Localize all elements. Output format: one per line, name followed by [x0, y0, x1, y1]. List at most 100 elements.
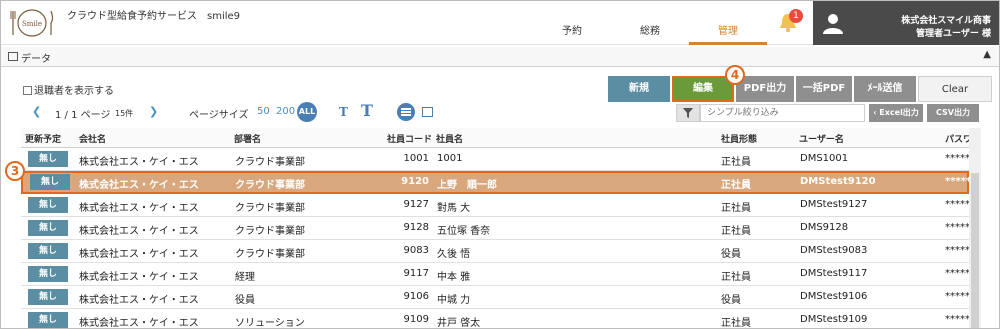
- next-page-icon[interactable]: ❯: [149, 105, 158, 118]
- department-cell: クラウド事業部: [235, 157, 305, 168]
- company-cell: 株式会社エス・ケイ・エス: [79, 157, 199, 168]
- type-cell: 正社員: [721, 272, 751, 283]
- password-cell: *****: [945, 199, 970, 210]
- svg-text:Smile: Smile: [22, 20, 42, 28]
- table-row[interactable]: 無し 株式会社エス・ケイ・エス ソリューション 9109 井戸 啓太 正社員 D…: [21, 309, 970, 329]
- tab-reservation[interactable]: 予約: [533, 23, 611, 45]
- status-badge[interactable]: 無し: [28, 266, 68, 282]
- type-cell: 役員: [721, 249, 741, 260]
- username-cell: DMStest9109: [800, 314, 868, 325]
- column-header-department[interactable]: 部署名: [234, 132, 261, 145]
- section-title: データ: [21, 54, 51, 65]
- column-header-name[interactable]: 社員名: [436, 132, 463, 145]
- smile-logo: Smile: [10, 9, 54, 37]
- clear-button[interactable]: Clear: [918, 76, 992, 102]
- font-large-icon[interactable]: T: [361, 101, 373, 120]
- company-cell: 株式会社エス・ケイ・エス: [79, 180, 199, 191]
- tab-management[interactable]: 管理: [689, 23, 767, 45]
- code-cell: 9109: [403, 314, 429, 325]
- app-header: Smile クラウド型給食予約サービス smile9 予約 総務 管理 1 株式…: [1, 1, 999, 45]
- username-cell: DMS1001: [800, 153, 849, 164]
- edit-button[interactable]: 編集: [672, 76, 734, 102]
- status-badge[interactable]: 無し: [28, 220, 68, 236]
- status-badge[interactable]: 無し: [28, 312, 68, 328]
- username-cell: DMStest9127: [800, 199, 868, 210]
- department-cell: 役員: [235, 295, 255, 306]
- send-mail-button[interactable]: ﾒｰﾙ送信: [854, 76, 916, 102]
- app-window: Smile クラウド型給食予約サービス smile9 予約 総務 管理 1 株式…: [0, 0, 1000, 329]
- scrollbar-thumb[interactable]: [971, 173, 979, 328]
- department-cell: クラウド事業部: [235, 249, 305, 260]
- name-cell: 上野 順一郎: [437, 180, 497, 191]
- new-button[interactable]: 新規: [608, 76, 670, 102]
- status-badge[interactable]: 無し: [28, 243, 68, 259]
- name-cell: 五位塚 香奈: [437, 226, 491, 237]
- table-view-icon[interactable]: [422, 107, 433, 117]
- status-badge[interactable]: 無し: [28, 197, 68, 213]
- table-row[interactable]: 無し 株式会社エス・ケイ・エス クラウド事業部 9128 五位塚 香奈 正社員 …: [21, 217, 970, 240]
- prev-page-icon[interactable]: ❮: [32, 105, 41, 118]
- column-header-company[interactable]: 会社名: [79, 132, 106, 145]
- name-cell: 中本 雅: [437, 272, 471, 283]
- list-view-icon[interactable]: [397, 103, 415, 121]
- column-header-code[interactable]: 社員コード: [366, 132, 432, 145]
- page-size-200[interactable]: 200: [276, 106, 295, 117]
- page-size-all[interactable]: ALL: [297, 102, 317, 122]
- table-row[interactable]: 無し 株式会社エス・ケイ・エス 役員 9106 中城 力 役員 DMStest9…: [21, 286, 970, 309]
- table-row-selected[interactable]: 無し 株式会社エス・ケイ・エス クラウド事業部 9120 上野 順一郎 正社員 …: [21, 171, 972, 194]
- show-retired-checkbox[interactable]: 退職者を表示する: [23, 82, 114, 97]
- code-cell: 9127: [403, 199, 429, 210]
- page-size-50[interactable]: 50: [257, 106, 270, 117]
- table-scrollbar[interactable]: [969, 128, 981, 328]
- code-cell: 9083: [403, 245, 429, 256]
- table-row[interactable]: 無し 株式会社エス・ケイ・エス クラウド事業部 1001 1001 正社員 DM…: [21, 148, 970, 171]
- column-header-type[interactable]: 社員形態: [721, 132, 757, 145]
- tab-general-affairs[interactable]: 総務: [611, 23, 689, 45]
- password-cell: *****: [945, 291, 970, 302]
- status-badge[interactable]: 無し: [30, 174, 70, 190]
- checkbox-icon[interactable]: [23, 86, 32, 95]
- password-cell: *****: [945, 268, 970, 279]
- user-name: 管理者ユーザー 様: [916, 29, 991, 39]
- name-cell: 井戸 啓太: [437, 318, 481, 329]
- user-menu[interactable]: 株式会社スマイル商事 管理者ユーザー 様: [813, 1, 999, 45]
- collapse-icon[interactable]: ▲: [983, 49, 991, 60]
- app-title: クラウド型給食予約サービス smile9: [67, 11, 241, 22]
- username-cell: DMStest9083: [800, 245, 868, 256]
- table-row[interactable]: 無し 株式会社エス・ケイ・エス クラウド事業部 9083 久後 悟 役員 DMS…: [21, 240, 970, 263]
- status-badge[interactable]: 無し: [28, 289, 68, 305]
- pdf-export-button[interactable]: PDF出力: [736, 76, 794, 102]
- column-header-username[interactable]: ユーザー名: [799, 132, 844, 145]
- type-cell: 正社員: [721, 157, 751, 168]
- password-cell: *****: [945, 153, 970, 164]
- department-cell: ソリューション: [235, 318, 305, 329]
- csv-export-button[interactable]: CSV出力: [927, 104, 979, 122]
- simple-filter-input[interactable]: [700, 104, 865, 122]
- company-cell: 株式会社エス・ケイ・エス: [79, 295, 199, 306]
- status-badge[interactable]: 無し: [28, 151, 68, 167]
- company-cell: 株式会社エス・ケイ・エス: [79, 249, 199, 260]
- font-small-icon[interactable]: T: [339, 105, 348, 119]
- type-cell: 正社員: [721, 203, 751, 214]
- record-count: 15件: [115, 109, 134, 118]
- password-cell: *****: [945, 314, 970, 325]
- user-icon: [823, 14, 843, 34]
- type-cell: 正社員: [721, 226, 751, 237]
- excel-export-button[interactable]: ‹ Excel出力: [869, 104, 923, 122]
- column-header-password[interactable]: パスワ: [945, 132, 972, 145]
- type-cell: 正社員: [721, 318, 751, 329]
- bulk-pdf-button[interactable]: 一括PDF: [796, 76, 852, 102]
- filter-icon[interactable]: [676, 104, 700, 122]
- page-size-label: ページサイズ: [189, 110, 249, 121]
- table-icon: [8, 52, 18, 61]
- code-cell: 9117: [403, 268, 429, 279]
- data-section-header: データ ▲: [1, 47, 999, 67]
- table-row[interactable]: 無し 株式会社エス・ケイ・エス 経理 9117 中本 雅 正社員 DMStest…: [21, 263, 970, 286]
- show-retired-label: 退職者を表示する: [34, 86, 114, 97]
- password-cell: *****: [945, 222, 970, 233]
- column-header-update[interactable]: 更新予定: [25, 132, 61, 145]
- table-row[interactable]: 無し 株式会社エス・ケイ・エス クラウド事業部 9127 對馬 大 正社員 DM…: [21, 194, 970, 217]
- type-cell: 正社員: [721, 180, 751, 191]
- password-cell: *****: [945, 176, 972, 187]
- username-cell: DMS9128: [800, 222, 849, 233]
